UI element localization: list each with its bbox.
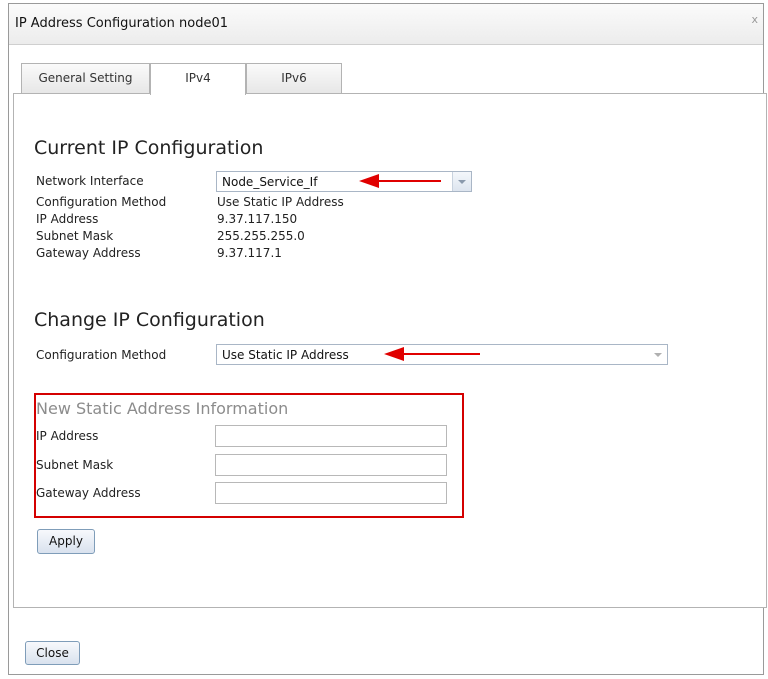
ip-config-dialog: IP Address Configuration node01 x Genera… — [8, 3, 767, 675]
gateway-address-label: Gateway Address — [36, 246, 141, 260]
new-subnet-label: Subnet Mask — [36, 458, 114, 472]
chevron-down-icon — [654, 353, 662, 357]
tab-ipv4[interactable]: IPv4 — [150, 63, 246, 95]
tab-ipv6[interactable]: IPv6 — [246, 63, 342, 94]
red-arrow-icon — [384, 347, 480, 361]
new-subnet-input[interactable] — [215, 454, 447, 476]
change-method-value: Use Static IP Address — [222, 348, 349, 362]
dialog-title: IP Address Configuration node01 — [15, 16, 228, 31]
ip-address-label: IP Address — [36, 212, 99, 226]
new-ip-input[interactable] — [215, 425, 447, 447]
change-config-heading: Change IP Configuration — [34, 309, 265, 331]
tab-general-setting[interactable]: General Setting — [21, 63, 150, 94]
subnet-mask-value: 255.255.255.0 — [217, 229, 305, 243]
close-icon[interactable]: x — [751, 13, 758, 26]
change-method-label: Configuration Method — [36, 348, 167, 362]
subnet-mask-label: Subnet Mask — [36, 229, 114, 243]
config-method-value: Use Static IP Address — [217, 195, 344, 209]
new-gateway-input[interactable] — [215, 482, 447, 504]
config-method-label: Configuration Method — [36, 195, 167, 209]
ipv4-panel: Current IP Configuration Network Interfa… — [13, 93, 767, 608]
red-arrow-icon — [359, 174, 441, 188]
gateway-address-value: 9.37.117.1 — [217, 246, 282, 260]
network-interface-value: Node_Service_If — [222, 175, 318, 189]
chevron-down-icon — [458, 180, 466, 184]
ip-address-value: 9.37.117.150 — [217, 212, 298, 226]
dialog-titlebar: IP Address Configuration node01 x — [9, 4, 763, 45]
dropdown-button[interactable] — [649, 345, 667, 364]
current-config-heading: Current IP Configuration — [34, 137, 264, 159]
close-button[interactable]: Close — [25, 641, 80, 665]
new-ip-label: IP Address — [36, 429, 99, 443]
new-static-heading: New Static Address Information — [36, 399, 289, 418]
new-gateway-label: Gateway Address — [36, 486, 141, 500]
dropdown-button[interactable] — [452, 172, 471, 191]
apply-button[interactable]: Apply — [37, 529, 95, 554]
network-interface-label: Network Interface — [36, 174, 144, 188]
